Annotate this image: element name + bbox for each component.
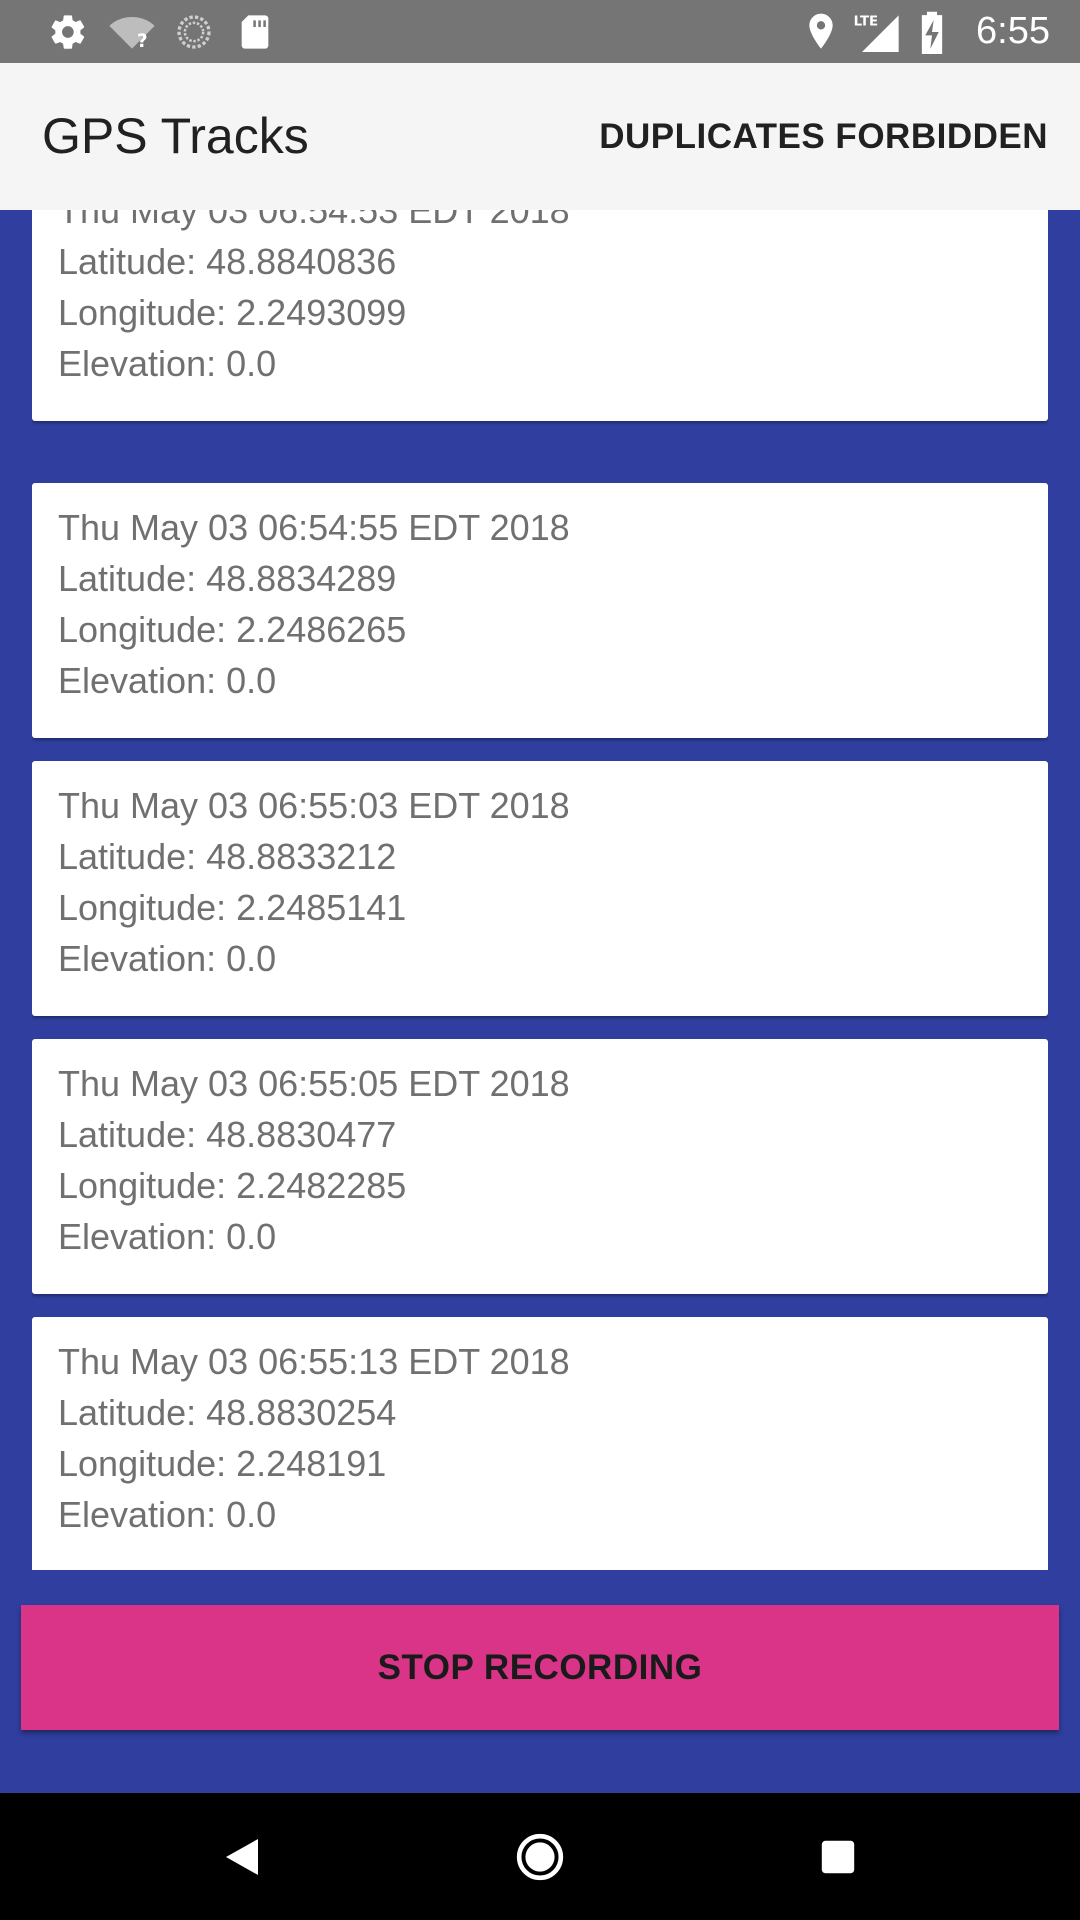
home-icon[interactable] (480, 1793, 600, 1920)
track-longitude: Longitude: 2.2493099 (58, 292, 407, 333)
track-card[interactable]: Thu May 03 06:54:53 EDT 2018 Latitude: 4… (32, 210, 1048, 421)
track-date: Thu May 03 06:54:53 EDT 2018 (58, 210, 570, 231)
track-elevation: Elevation: 0.0 (58, 660, 277, 701)
track-elevation: Elevation: 0.0 (58, 1216, 277, 1257)
track-date: Thu May 03 06:55:05 EDT 2018 (58, 1063, 570, 1104)
track-latitude: Latitude: 48.8833212 (58, 836, 397, 877)
stop-recording-button[interactable]: STOP RECORDING (21, 1605, 1059, 1730)
track-card[interactable]: Thu May 03 06:55:13 EDT 2018 Latitude: 4… (32, 1317, 1048, 1570)
status-bar: ? LTE 6:55 (0, 0, 1080, 63)
wifi-unknown-icon: ? (108, 0, 156, 63)
track-latitude: Latitude: 48.8830254 (58, 1392, 397, 1433)
track-elevation: Elevation: 0.0 (58, 1494, 277, 1535)
track-longitude: Longitude: 2.2486265 (58, 609, 407, 650)
clock: 6:55 (976, 10, 1050, 52)
track-latitude: Latitude: 48.8834289 (58, 558, 397, 599)
sd-card-icon (238, 0, 272, 63)
location-icon (804, 0, 838, 63)
track-card[interactable]: Thu May 03 06:55:03 EDT 2018 Latitude: 4… (32, 761, 1048, 1016)
track-latitude: Latitude: 48.8830477 (58, 1114, 397, 1155)
duplicates-toggle-button[interactable]: DUPLICATES FORBIDDEN (599, 63, 1048, 210)
app-title: GPS Tracks (42, 108, 309, 164)
navigation-bar (0, 1793, 1080, 1920)
track-date: Thu May 03 06:55:13 EDT 2018 (58, 1341, 570, 1382)
recents-icon[interactable] (778, 1793, 898, 1920)
track-card[interactable]: Thu May 03 06:55:05 EDT 2018 Latitude: 4… (32, 1039, 1048, 1294)
track-date: Thu May 03 06:55:03 EDT 2018 (58, 785, 570, 826)
track-elevation: Elevation: 0.0 (58, 343, 277, 384)
track-longitude: Longitude: 2.2485141 (58, 887, 407, 928)
app-bar: GPS Tracks DUPLICATES FORBIDDEN (0, 63, 1080, 210)
track-list[interactable]: Thu May 03 06:54:53 EDT 2018 Latitude: 4… (32, 210, 1048, 1570)
track-date: Thu May 03 06:54:55 EDT 2018 (58, 507, 570, 548)
track-card[interactable]: Thu May 03 06:54:55 EDT 2018 Latitude: 4… (32, 483, 1048, 738)
battery-charging-icon (918, 0, 946, 63)
track-longitude: Longitude: 2.248191 (58, 1443, 387, 1484)
back-icon[interactable] (182, 1793, 302, 1920)
lte-signal-icon: LTE (852, 0, 902, 63)
track-elevation: Elevation: 0.0 (58, 938, 277, 979)
track-latitude: Latitude: 48.8840836 (58, 241, 397, 282)
sync-icon (174, 0, 214, 63)
content-area: Thu May 03 06:54:53 EDT 2018 Latitude: 4… (0, 210, 1080, 1793)
track-longitude: Longitude: 2.2482285 (58, 1165, 407, 1206)
settings-icon (48, 0, 88, 63)
svg-text:LTE: LTE (854, 14, 878, 29)
svg-text:?: ? (137, 31, 148, 52)
